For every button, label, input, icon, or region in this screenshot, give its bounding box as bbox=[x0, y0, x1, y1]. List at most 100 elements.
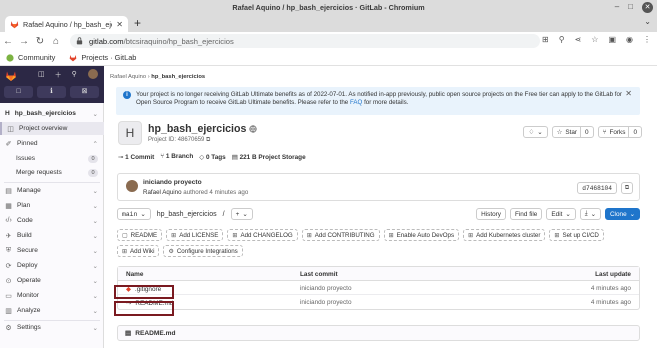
zoom-icon[interactable]: ⚲ bbox=[559, 35, 565, 44]
forward-icon[interactable]: → bbox=[16, 36, 32, 47]
collapse-sidebar-icon[interactable]: ◫ bbox=[38, 70, 45, 80]
readme-header[interactable]: ▤ README.md bbox=[117, 325, 640, 341]
deploy-icon: ⟳ bbox=[5, 262, 12, 270]
minimize-icon[interactable]: ‒ bbox=[615, 1, 619, 13]
sidebar-project-context[interactable]: H hp_bash_ejercicios ⌄ bbox=[0, 107, 104, 120]
configure-integrations-button[interactable]: ⚙ Configure Integrations bbox=[163, 245, 243, 257]
readme-button[interactable]: ▢ README bbox=[117, 229, 163, 241]
forks-button[interactable]: ⑂ Forks 0 bbox=[597, 126, 642, 138]
add-license-button[interactable]: ⊞ Add LICENSE bbox=[166, 229, 224, 241]
table-row[interactable]: ⇢ README.md iniciando proyecto 4 minutes … bbox=[118, 295, 639, 309]
sidebar-item-operate[interactable]: ⊙ Operate ⌄ bbox=[0, 274, 104, 287]
issues-counter-button[interactable]: □ bbox=[4, 86, 33, 98]
add-changelog-button[interactable]: ⊞ Add CHANGELOG bbox=[227, 229, 298, 241]
sidebar-item-manage[interactable]: ▤ Manage ⌄ bbox=[0, 184, 104, 197]
manage-icon: ▤ bbox=[5, 187, 12, 195]
quick-label: Add LICENSE bbox=[179, 231, 219, 239]
sidebar-item-plan[interactable]: ▦ Plan ⌄ bbox=[0, 199, 104, 212]
plus-box-icon: ⊞ bbox=[232, 232, 238, 239]
sidebar-item-code[interactable]: ‹/› Code ⌄ bbox=[0, 214, 104, 227]
forks-count[interactable]: 0 bbox=[628, 127, 637, 137]
setup-cicd-button[interactable]: ⊞ Set up CI/CD bbox=[549, 229, 604, 241]
share-icon[interactable]: ⋖ bbox=[575, 35, 582, 44]
sidebar-item-issues[interactable]: Issues 0 bbox=[0, 152, 104, 165]
create-new-icon[interactable]: ＋ bbox=[55, 70, 62, 80]
sidebar-item-secure[interactable]: ⛨ Secure ⌄ bbox=[0, 244, 104, 257]
commits-link[interactable]: ⊸ 1 Commit bbox=[118, 153, 154, 161]
enable-auto-devops-button[interactable]: ⊞ Enable Auto DevOps bbox=[383, 229, 460, 241]
bookmark-label: Community bbox=[18, 53, 56, 62]
todo-counter-button[interactable]: ⊠ bbox=[70, 86, 99, 98]
star-count[interactable]: 0 bbox=[580, 127, 589, 137]
sidebar-item-deploy[interactable]: ⟳ Deploy ⌄ bbox=[0, 259, 104, 272]
tags-link[interactable]: ◇ 0 Tags bbox=[199, 153, 225, 161]
sidebar-item-label: Pinned bbox=[17, 140, 38, 147]
gitlab-logo-icon[interactable] bbox=[5, 70, 17, 82]
gitlab-favicon-icon bbox=[10, 20, 19, 29]
repo-actions: History Find file Edit ⌄ ⤓ ⌄ Clone ⌄ bbox=[476, 208, 640, 220]
url-field[interactable]: gitlab.com/btcsiraquino/hp_bash_ejercici… bbox=[70, 34, 540, 48]
breadcrumb-project[interactable]: hp_bash_ejercicios bbox=[151, 74, 205, 80]
translate-icon[interactable]: ⊞ bbox=[542, 35, 549, 44]
author-avatar[interactable] bbox=[126, 180, 138, 192]
breadcrumb-separator: › bbox=[147, 74, 150, 80]
star-button[interactable]: ☆ Star 0 bbox=[551, 126, 594, 138]
clone-dropdown[interactable]: Clone ⌄ bbox=[604, 208, 640, 220]
menu-icon[interactable]: ⋮ bbox=[643, 35, 651, 44]
bookmark-projects[interactable]: Projects · GitLab bbox=[69, 53, 136, 62]
copy-icon[interactable]: ⧉ bbox=[206, 137, 210, 143]
reload-icon[interactable]: ↻ bbox=[32, 36, 48, 47]
add-wiki-button[interactable]: ⊞ Add Wiki bbox=[117, 245, 160, 257]
faq-link[interactable]: FAQ bbox=[350, 99, 362, 106]
sidebar-item-analyze[interactable]: ▥ Analyze ⌄ bbox=[0, 304, 104, 317]
back-icon[interactable]: ← bbox=[0, 36, 16, 47]
notifications-button[interactable]: ♢ ⌄ bbox=[523, 126, 548, 138]
sidebar-item-merge-requests[interactable]: Merge requests 0 bbox=[0, 166, 104, 179]
download-dropdown[interactable]: ⤓ ⌄ bbox=[579, 208, 601, 220]
search-icon[interactable]: ⚲ bbox=[72, 70, 77, 80]
sidebar-item-settings[interactable]: ⚙ Settings ⌄ bbox=[0, 321, 104, 334]
edit-dropdown[interactable]: Edit ⌄ bbox=[546, 208, 576, 220]
table-row[interactable]: ◆ .gitignore iniciando proyecto 4 minutes… bbox=[118, 281, 639, 295]
new-tab-button[interactable]: + bbox=[134, 17, 141, 29]
branches-link[interactable]: ⑂ 1 Branch bbox=[160, 153, 193, 161]
add-kubernetes-button[interactable]: ⊞ Add Kubernetes cluster bbox=[463, 229, 546, 241]
mr-counter-button[interactable]: ℹ bbox=[37, 86, 66, 98]
add-to-tree-button[interactable]: + ⌄ bbox=[230, 208, 253, 220]
close-icon[interactable]: ✕ bbox=[625, 89, 632, 98]
bookmark-community[interactable]: Community bbox=[6, 53, 55, 62]
quick-label: Enable Auto DevOps bbox=[396, 231, 455, 239]
sidebar-item-monitor[interactable]: ▭ Monitor ⌄ bbox=[0, 289, 104, 302]
user-avatar[interactable] bbox=[88, 69, 98, 79]
file-last-commit[interactable]: iniciando proyecto bbox=[300, 299, 352, 306]
close-icon[interactable]: ✕ bbox=[642, 1, 653, 13]
commit-sha[interactable]: d7468104 bbox=[577, 182, 617, 194]
browser-tab[interactable]: Rafael Aquino / hp_bash_ejercicios ✕ bbox=[5, 16, 128, 32]
sidepanel-icon[interactable]: ▣ bbox=[608, 35, 616, 44]
alert-text-end: for more details. bbox=[364, 99, 409, 107]
tab-search-icon[interactable]: ⌄ bbox=[644, 17, 651, 26]
history-button[interactable]: History bbox=[476, 208, 506, 220]
breadcrumb: Rafael Aquino › hp_bash_ejercicios bbox=[110, 74, 205, 80]
branch-selector[interactable]: main ⌄ bbox=[117, 208, 151, 220]
home-icon[interactable]: ⌂ bbox=[48, 36, 64, 47]
sidebar-item-build[interactable]: ✈ Build ⌄ bbox=[0, 229, 104, 242]
file-last-commit[interactable]: iniciando proyecto bbox=[300, 285, 352, 292]
sidebar-header: ◫ ＋ ⚲ □ ℹ ⊠ bbox=[0, 66, 104, 103]
tab-close-icon[interactable]: ✕ bbox=[116, 20, 123, 29]
commit-title[interactable]: iniciando proyecto bbox=[143, 179, 202, 186]
add-contributing-button[interactable]: ⊞ Add CONTRIBUTING bbox=[301, 229, 380, 241]
repo-path[interactable]: hp_bash_ejercicios bbox=[157, 211, 217, 218]
commit-author[interactable]: Rafael Aquino bbox=[143, 189, 182, 196]
sidebar-item-pinned[interactable]: ✐ Pinned ⌃ bbox=[0, 137, 104, 150]
sidebar: ◫ ＋ ⚲ □ ℹ ⊠ H hp_bash_ejercicios ⌄ ◫ Pro… bbox=[0, 66, 104, 348]
copy-sha-icon[interactable]: ⧉ bbox=[621, 182, 633, 194]
profile-icon[interactable]: ◉ bbox=[626, 35, 633, 44]
sidebar-item-project-overview[interactable]: ◫ Project overview bbox=[0, 122, 104, 135]
breadcrumb-user[interactable]: Rafael Aquino bbox=[110, 74, 146, 80]
storage-link[interactable]: ▤ 221 B Project Storage bbox=[232, 153, 306, 161]
find-file-button[interactable]: Find file bbox=[509, 208, 543, 220]
operate-icon: ⊙ bbox=[5, 277, 12, 285]
maximize-icon[interactable]: □ bbox=[628, 1, 633, 13]
bookmark-star-icon[interactable]: ☆ bbox=[591, 35, 598, 44]
